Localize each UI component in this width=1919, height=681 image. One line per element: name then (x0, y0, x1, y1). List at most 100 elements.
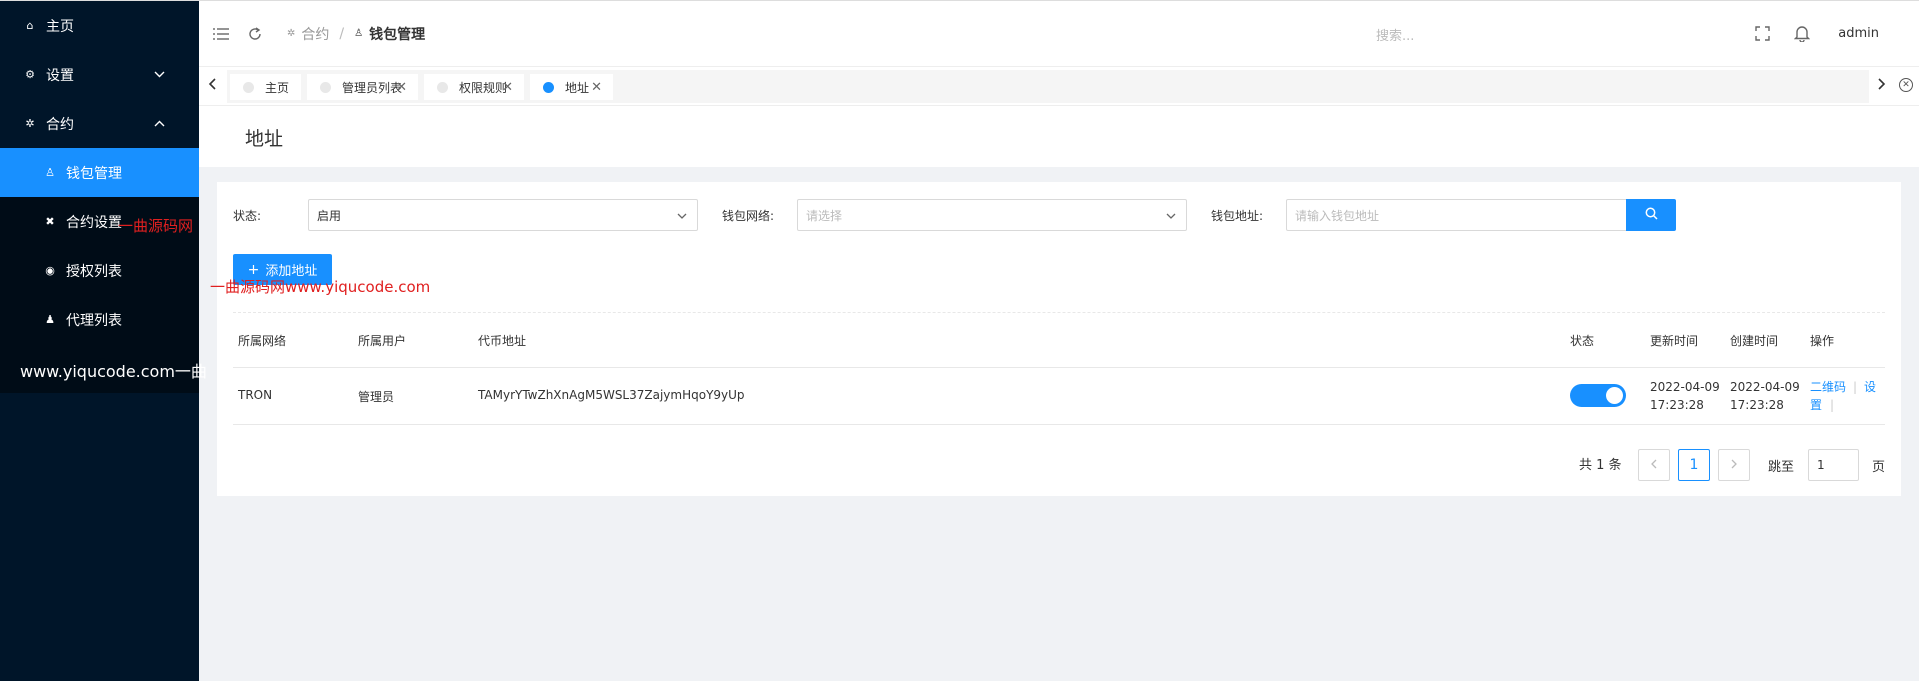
page-1-button[interactable]: 1 (1678, 449, 1710, 481)
auth-icon: ◉ (45, 264, 55, 277)
tabs-bar: 主页 管理员列表 ✕ 权限规则 ✕ 地址 ✕ ✕ (199, 66, 1919, 106)
fullscreen-icon[interactable] (1752, 23, 1772, 43)
status-filter-label: 状态: (233, 209, 262, 223)
th-network: 所属网络 (238, 334, 287, 348)
sidebar-item-label: 合约设置 (66, 214, 122, 231)
sidebar-item-wallet-management[interactable]: ♙ 钱包管理 (0, 148, 199, 197)
menu-toggle-icon[interactable] (211, 24, 231, 44)
sidebar-item-label: 主页 (46, 18, 74, 35)
user-icon: ♟ (45, 313, 55, 326)
watermark-text: www.yiqucode.com一曲 (20, 362, 207, 381)
page-header: 地址 (199, 106, 1919, 167)
tabs-scroll-area: 主页 管理员列表 ✕ 权限规则 ✕ 地址 ✕ (227, 70, 1869, 103)
th-user: 所属用户 (358, 334, 407, 348)
header-right: admin (1752, 0, 1919, 66)
cell-updated-date: 2022-04-09 (1650, 380, 1720, 394)
chevron-right-icon (1731, 458, 1737, 472)
tab-dot (543, 81, 554, 93)
cell-created-time: 17:23:28 (1730, 398, 1784, 412)
watermark-text: 一曲源码网 (118, 217, 194, 235)
sidebar-item-label: 代理列表 (66, 312, 122, 329)
action-separator: | (1853, 380, 1858, 394)
home-icon: ⌂ (26, 19, 34, 32)
qrcode-link[interactable]: 二维码 (1810, 378, 1846, 396)
cell-created-date: 2022-04-09 (1730, 380, 1800, 394)
pagination-total: 共 1 条 (1579, 458, 1622, 473)
sidebar-item-contract[interactable]: ✲ 合约 (0, 99, 199, 148)
wallet-icon: ♙ (45, 166, 55, 179)
tab-admin-list[interactable]: 管理员列表 ✕ (307, 74, 418, 100)
contract-icon: ✲ (287, 28, 296, 39)
th-created: 创建时间 (1730, 334, 1779, 348)
tabs-scroll-left-icon[interactable] (205, 78, 219, 94)
table-divider (233, 367, 1885, 368)
sidebar-item-home[interactable]: ⌂ 主页 (0, 1, 199, 50)
tab-home[interactable]: 主页 (230, 74, 301, 100)
chevron-down-icon (1166, 209, 1176, 222)
next-page-button[interactable] (1718, 449, 1750, 481)
sidebar-item-label: 合约 (46, 116, 74, 133)
address-search-input[interactable]: 请输入钱包地址 (1286, 199, 1627, 231)
network-select[interactable]: 请选择 (797, 199, 1187, 231)
user-name[interactable]: admin (1838, 26, 1879, 41)
table-divider (233, 424, 1885, 425)
contract-icon: ✲ (25, 117, 35, 130)
th-address: 代币地址 (478, 334, 527, 348)
goto-page-input[interactable]: 1 (1808, 449, 1859, 481)
chevron-left-icon (1651, 458, 1657, 472)
sidebar-item-label: 设置 (46, 67, 74, 84)
cell-network: TRON (238, 388, 273, 402)
th-status: 状态 (1570, 334, 1595, 348)
toggle-knob (1606, 387, 1623, 404)
refresh-icon[interactable] (245, 24, 265, 44)
cell-address: TAMyrYTwZhXnAgM5WSL37ZajymHqoY9yUp (478, 388, 745, 402)
status-toggle[interactable] (1570, 384, 1626, 407)
breadcrumb-separator: / (339, 25, 345, 42)
sidebar-item-settings[interactable]: ⚙ 设置 (0, 50, 199, 99)
tab-dot (437, 81, 448, 93)
goto-label: 跳至 (1768, 460, 1795, 475)
tab-permission-rules[interactable]: 权限规则 ✕ (424, 74, 524, 100)
breadcrumb: ✲ 合约 / ♙ 钱包管理 (287, 24, 425, 44)
sidebar-item-label: 钱包管理 (66, 165, 122, 182)
close-icon[interactable]: ✕ (591, 80, 602, 95)
sidebar-item-auth-list[interactable]: ◉ 授权列表 (0, 246, 199, 295)
tab-dot (320, 81, 331, 93)
header-search-input[interactable]: 搜索... (1376, 25, 1414, 44)
close-all-tabs-icon[interactable]: ✕ (1899, 78, 1913, 92)
watermark-text: 一曲源码网www.yiqucode.com (210, 278, 431, 296)
th-updated: 更新时间 (1650, 334, 1699, 348)
close-icon[interactable]: ✕ (502, 80, 513, 95)
tabs-scroll-right-icon[interactable] (1875, 78, 1889, 94)
page-suffix: 页 (1872, 460, 1886, 475)
breadcrumb-item[interactable]: ✲ 合约 (287, 24, 329, 44)
settings-link[interactable]: 设 (1864, 378, 1876, 396)
page-title: 地址 (245, 128, 284, 150)
status-select[interactable]: 启用 (308, 199, 698, 231)
tab-dot (243, 81, 254, 93)
bell-icon[interactable] (1792, 23, 1812, 43)
divider (233, 312, 1885, 313)
breadcrumb-current: ♙ 钱包管理 (354, 26, 426, 43)
settings-link-wrap[interactable]: 置 (1810, 396, 1822, 414)
gear-icon: ⚙ (25, 68, 35, 81)
cell-user: 管理员 (358, 390, 395, 404)
action-separator: | (1830, 398, 1835, 412)
close-icon[interactable]: ✕ (396, 80, 407, 95)
th-actions: 操作 (1810, 334, 1835, 348)
prev-page-button[interactable] (1638, 449, 1670, 481)
tab-address[interactable]: 地址 ✕ (530, 74, 613, 100)
chevron-down-icon (677, 209, 687, 222)
chevron-down-icon (152, 67, 166, 81)
cell-updated-time: 17:23:28 (1650, 398, 1704, 412)
tools-icon: ✖ (45, 215, 55, 228)
network-filter-label: 钱包网络: (722, 209, 775, 223)
sidebar: ⌂ 主页 ⚙ 设置 ✲ 合约 ♙ 钱包管理 ✖ 合约设置 ◉ 授权列表 ♟ 代理… (0, 0, 199, 681)
top-header: ✲ 合约 / ♙ 钱包管理 (199, 0, 1919, 66)
address-filter-label: 钱包地址: (1211, 209, 1264, 223)
sidebar-item-proxy-list[interactable]: ♟ 代理列表 (0, 295, 199, 344)
search-button[interactable] (1626, 199, 1676, 231)
sidebar-item-label: 授权列表 (66, 263, 122, 280)
search-icon (1645, 207, 1658, 224)
contract-submenu: ♙ 钱包管理 ✖ 合约设置 ◉ 授权列表 ♟ 代理列表 (0, 148, 199, 393)
